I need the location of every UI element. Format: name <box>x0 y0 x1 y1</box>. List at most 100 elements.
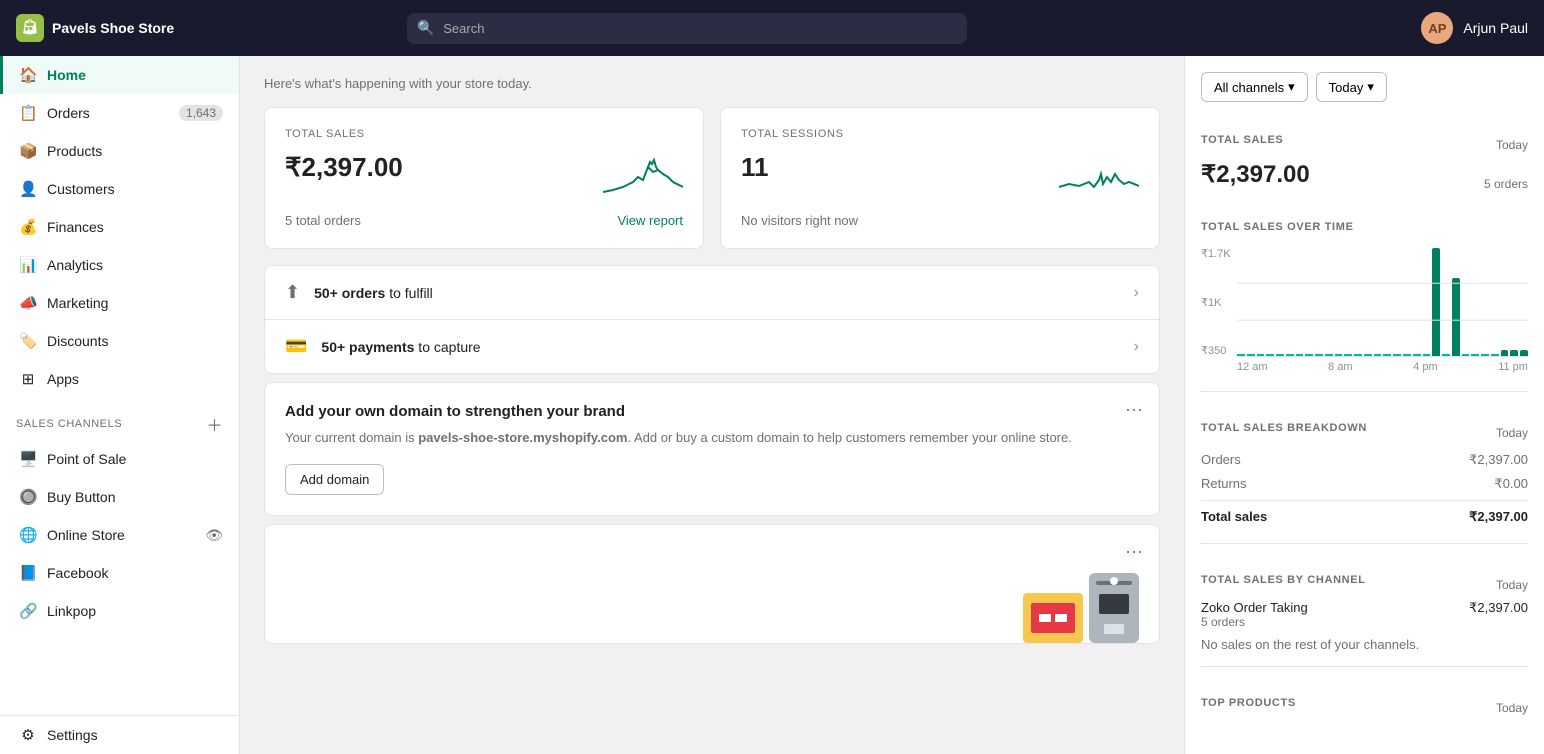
total-sales-value: ₹2,397.00 <box>285 152 403 183</box>
payments-action-text: 50+ payments to capture <box>321 339 1133 355</box>
rp-total-sales-today: Today <box>1496 138 1528 152</box>
sidebar-item-buy-button[interactable]: 🔘 Buy Button <box>0 478 239 516</box>
bar-chart-bar <box>1335 354 1343 356</box>
sidebar-label-facebook: Facebook <box>47 565 108 581</box>
sidebar-item-orders[interactable]: 📋 Orders 1,643 <box>0 94 239 132</box>
bar-chart-bar <box>1296 354 1304 356</box>
bar-chart-bar <box>1276 354 1284 356</box>
view-report-link[interactable]: View report <box>617 213 683 228</box>
bar-chart-bar <box>1266 354 1274 356</box>
today-filter-button[interactable]: Today ▾ <box>1316 72 1387 102</box>
domain-card-menu-button[interactable]: ··· <box>1125 399 1143 420</box>
sidebar-item-finances[interactable]: 💰 Finances <box>0 208 239 246</box>
search-bar[interactable]: 🔍 <box>407 13 967 44</box>
bar-chart-bar <box>1491 354 1499 356</box>
sidebar-item-products[interactable]: 📦 Products <box>0 132 239 170</box>
channel-value: ₹2,397.00 <box>1469 600 1528 616</box>
rp-divider-1 <box>1201 391 1528 392</box>
sidebar-label-analytics: Analytics <box>47 257 103 273</box>
analytics-icon: 📊 <box>19 256 37 274</box>
sidebar-item-apps[interactable]: ⊞ Apps <box>0 360 239 398</box>
chevron-down-icon: ▾ <box>1288 79 1295 95</box>
sidebar-item-settings[interactable]: ⚙ Settings <box>0 716 239 754</box>
bar-chart-bar <box>1413 354 1421 356</box>
orders-action-icon: ⬆ <box>285 282 300 303</box>
sidebar-item-pos[interactable]: 🖥️ Point of Sale <box>0 440 239 478</box>
bar-chart-bar <box>1383 354 1391 356</box>
sidebar-label-home: Home <box>47 67 86 83</box>
sidebar-item-online-store[interactable]: 🌐 Online Store 👁 <box>0 516 239 554</box>
avatar[interactable]: AP <box>1421 12 1453 44</box>
search-input[interactable] <box>407 13 967 44</box>
products-icon: 📦 <box>19 142 37 160</box>
domain-card-title: Add your own domain to strengthen your b… <box>285 403 1139 420</box>
rp-orders-count: 5 orders <box>1484 177 1528 191</box>
total-sessions-chart <box>1059 152 1139 197</box>
sidebar-label-pos: Point of Sale <box>47 451 126 467</box>
sidebar-item-facebook[interactable]: 📘 Facebook <box>0 554 239 592</box>
store-name: Pavels Shoe Store <box>52 20 174 36</box>
rp-breakdown-title: TOTAL SALES BREAKDOWN <box>1201 422 1367 434</box>
bar-chart-bar <box>1315 354 1323 356</box>
sidebar-label-marketing: Marketing <box>47 295 108 311</box>
bar-chart-bar <box>1471 354 1479 356</box>
bar-chart-bar <box>1305 354 1313 356</box>
pos-illustration <box>1023 573 1139 643</box>
total-sessions-card: TOTAL SESSIONS 11 No visitors right now <box>720 107 1160 249</box>
sidebar-label-discounts: Discounts <box>47 333 108 349</box>
sidebar-label-orders: Orders <box>47 105 90 121</box>
user-name: Arjun Paul <box>1463 20 1528 36</box>
payments-action-item[interactable]: 💳 50+ payments to capture › <box>265 320 1159 373</box>
sidebar-item-home[interactable]: 🏠 Home <box>0 56 239 94</box>
sidebar: 🏠 Home 📋 Orders 1,643📦 Products 👤 Custom… <box>0 56 240 754</box>
bar-chart-bar <box>1432 248 1440 356</box>
add-sales-channel-button[interactable]: ＋ <box>206 412 223 436</box>
store-logo[interactable]: Pavels Shoe Store <box>16 14 174 42</box>
finances-icon: 💰 <box>19 218 37 236</box>
facebook-icon: 📘 <box>19 564 37 582</box>
total-sales-chart <box>603 152 683 197</box>
sidebar-item-linkpop[interactable]: 🔗 Linkpop <box>0 592 239 630</box>
bar-chart-bar <box>1374 354 1382 356</box>
sidebar-label-finances: Finances <box>47 219 104 235</box>
sidebar-label-apps: Apps <box>47 371 79 387</box>
visibility-icon[interactable]: 👁 <box>205 527 223 544</box>
sidebar-item-analytics[interactable]: 📊 Analytics <box>0 246 239 284</box>
bar-chart-bar <box>1325 354 1333 356</box>
sales-channels-label: Sales channels ＋ <box>0 398 239 440</box>
add-domain-button[interactable]: Add domain <box>285 464 384 495</box>
all-channels-filter-button[interactable]: All channels ▾ <box>1201 72 1308 102</box>
sidebar-item-discounts[interactable]: 🏷️ Discounts <box>0 322 239 360</box>
customers-icon: 👤 <box>19 180 37 198</box>
channel-name: Zoko Order Taking <box>1201 600 1308 615</box>
sidebar-label-online-store: Online Store <box>47 527 125 543</box>
bar-chart-y-labels: ₹1.7K ₹1K ₹350 <box>1201 247 1231 357</box>
total-sessions-footer: No visitors right now <box>741 213 858 228</box>
shopify-logo-icon <box>16 14 44 42</box>
top-right: AP Arjun Paul <box>1421 12 1528 44</box>
rp-breakdown-today: Today <box>1496 426 1528 440</box>
home-icon: 🏠 <box>19 66 37 84</box>
orders-icon: 📋 <box>19 104 37 122</box>
bar-chart-bar <box>1462 354 1470 356</box>
orders-action-item[interactable]: ⬆ 50+ orders to fulfill › <box>265 266 1159 320</box>
linkpop-icon: 🔗 <box>19 602 37 620</box>
total-sales-title: TOTAL SALES <box>285 128 683 140</box>
breakdown-orders-row: Orders ₹2,397.00 <box>1201 448 1528 472</box>
rp-chart-title: TOTAL SALES OVER TIME <box>1201 221 1354 233</box>
bar-chart-bar <box>1442 354 1450 356</box>
bar-chart-bar <box>1247 354 1255 356</box>
right-panel: All channels ▾ Today ▾ TOTAL SALES Today… <box>1184 56 1544 754</box>
domain-card: ··· Add your own domain to strengthen yo… <box>264 382 1160 516</box>
bar-chart-area <box>1237 247 1528 357</box>
sidebar-label-products: Products <box>47 143 102 159</box>
sidebar-item-marketing[interactable]: 📣 Marketing <box>0 284 239 322</box>
sidebar-item-customers[interactable]: 👤 Customers <box>0 170 239 208</box>
rp-top-products-title: TOP PRODUCTS <box>1201 697 1296 709</box>
search-icon: 🔍 <box>417 20 434 37</box>
breakdown-total-row: Total sales ₹2,397.00 <box>1201 500 1528 529</box>
orders-chevron-icon: › <box>1134 284 1139 302</box>
badge-orders: 1,643 <box>179 105 223 121</box>
pos-card-menu-button[interactable]: ··· <box>1125 541 1143 562</box>
bar-chart-bar <box>1452 278 1460 356</box>
